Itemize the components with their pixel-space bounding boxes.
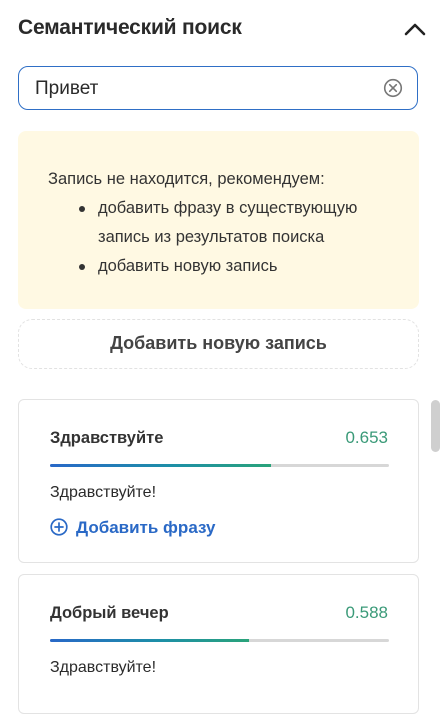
section-header: Семантический поиск (18, 14, 430, 42)
result-card: Добрый вечер 0.588 Здравствуйте! (18, 574, 419, 714)
notice-item: добавить новую запись (79, 252, 419, 281)
result-score: 0.588 (345, 603, 388, 622)
scrollbar-thumb[interactable] (431, 400, 440, 452)
section-title: Семантический поиск (18, 16, 242, 39)
notice-list: добавить фразу в существующую запись из … (48, 194, 419, 281)
notice-item: добавить фразу в существующую запись из … (79, 194, 419, 252)
result-title: Здравствуйте (50, 429, 164, 447)
plus-circle-icon (50, 518, 68, 536)
similarity-bar-fill (50, 639, 250, 642)
not-found-notice: Запись не находится, рекомендуем: добави… (18, 131, 419, 309)
chevron-up-icon[interactable] (402, 20, 428, 38)
result-score: 0.653 (345, 428, 388, 447)
result-card: Здравствуйте 0.653 Здравствуйте! Добавит… (18, 399, 419, 563)
similarity-bar (50, 639, 389, 642)
similarity-bar-fill (50, 464, 272, 467)
notice-intro: Запись не находится, рекомендуем: (48, 170, 325, 188)
add-new-record-button[interactable]: Добавить новую запись (18, 319, 419, 369)
similarity-bar (50, 464, 389, 467)
search-field[interactable] (18, 66, 418, 110)
add-phrase-button[interactable]: Добавить фразу (50, 518, 215, 538)
result-phrase: Здравствуйте! (50, 484, 157, 501)
result-title: Добрый вечер (50, 604, 169, 622)
add-phrase-label: Добавить фразу (76, 518, 216, 537)
search-input[interactable] (33, 67, 377, 110)
result-phrase: Здравствуйте! (50, 659, 157, 676)
clear-circle-icon[interactable] (383, 78, 403, 98)
